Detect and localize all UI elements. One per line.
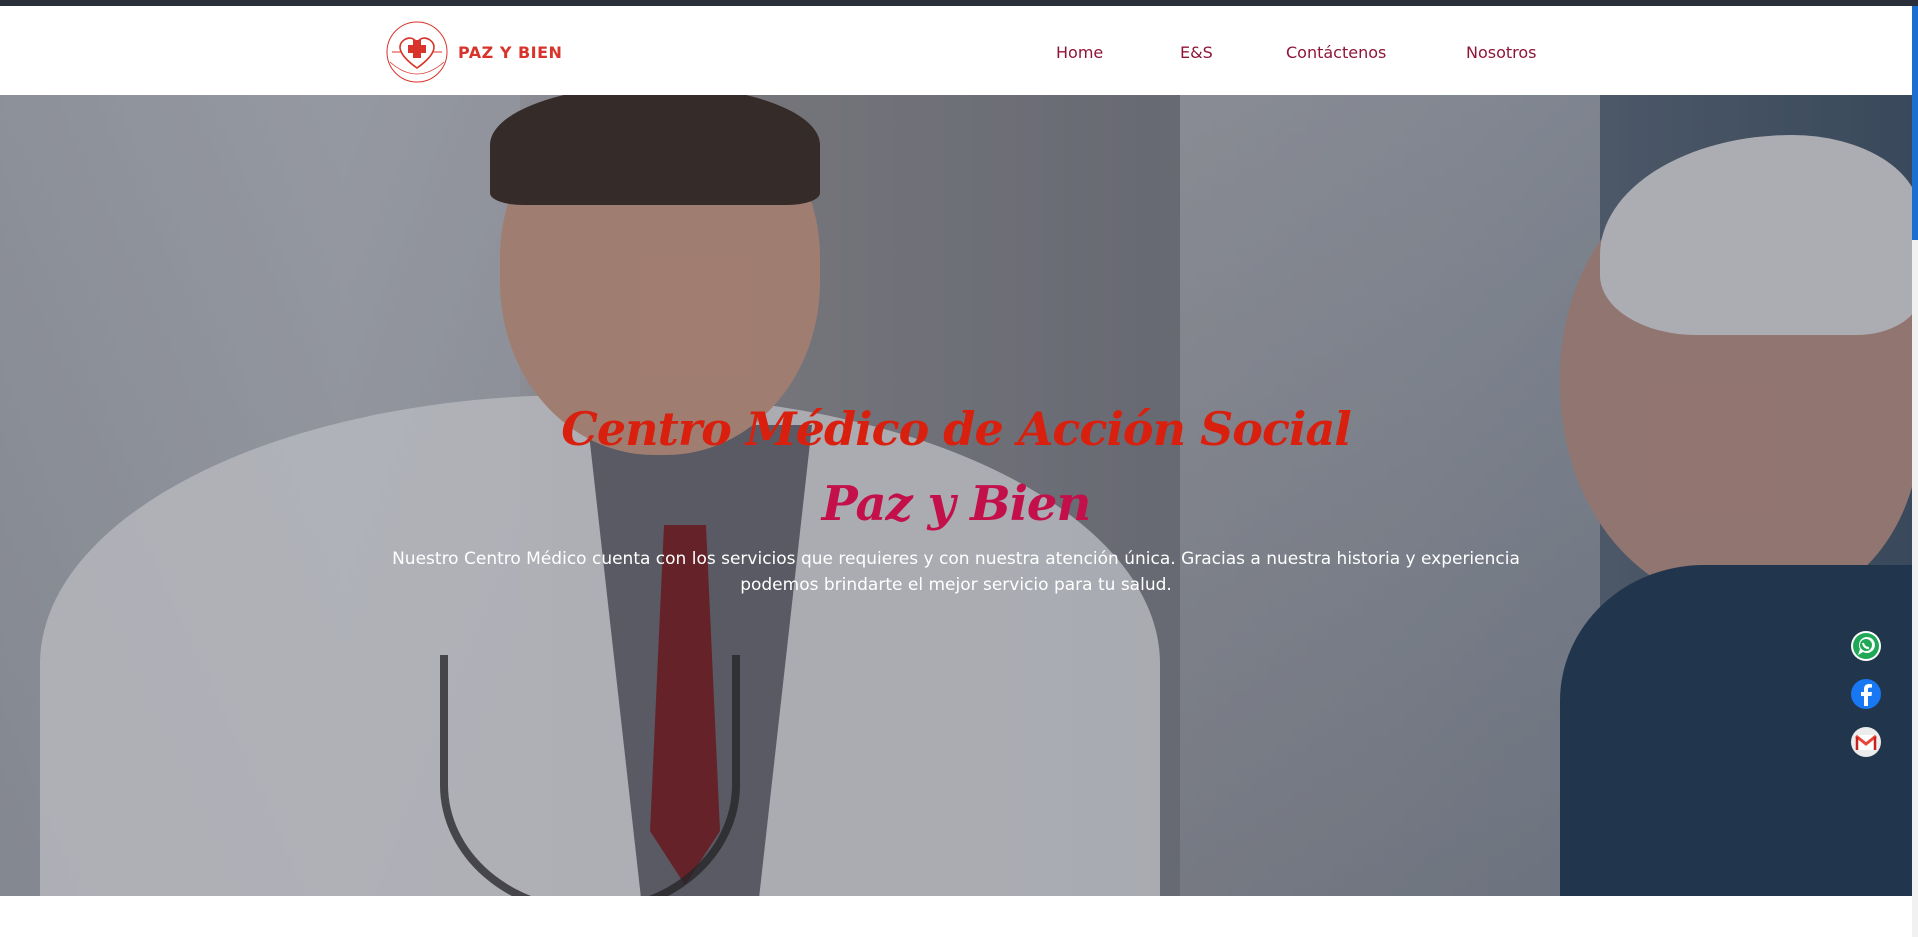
site-header: PAZ Y BIEN Home E&S Contáctenos Nosotros xyxy=(0,6,1912,95)
hero-banner: Centro Médico de Acción Social Paz y Bie… xyxy=(0,95,1912,896)
whatsapp-icon[interactable] xyxy=(1850,630,1882,662)
hero-subtitle: Paz y Bien xyxy=(821,476,1092,532)
heart-cross-seal-icon xyxy=(382,16,452,88)
nav-item-nosotros[interactable]: Nosotros xyxy=(1466,43,1537,62)
page-section-below-hero xyxy=(0,896,1912,937)
brand-logo[interactable]: PAZ Y BIEN xyxy=(382,16,562,88)
nav-item-es[interactable]: E&S xyxy=(1180,43,1213,62)
hero-title: Centro Médico de Acción Social xyxy=(561,402,1351,456)
hero-description: Nuestro Centro Médico cuenta con los ser… xyxy=(392,549,1520,595)
gmail-icon[interactable] xyxy=(1850,726,1882,758)
page-scrollbar-thumb[interactable] xyxy=(1912,6,1918,240)
nav-item-contactenos[interactable]: Contáctenos xyxy=(1286,43,1386,62)
facebook-icon[interactable] xyxy=(1850,678,1882,710)
brand-name: PAZ Y BIEN xyxy=(458,42,563,62)
nav-item-home[interactable]: Home xyxy=(1056,43,1103,62)
